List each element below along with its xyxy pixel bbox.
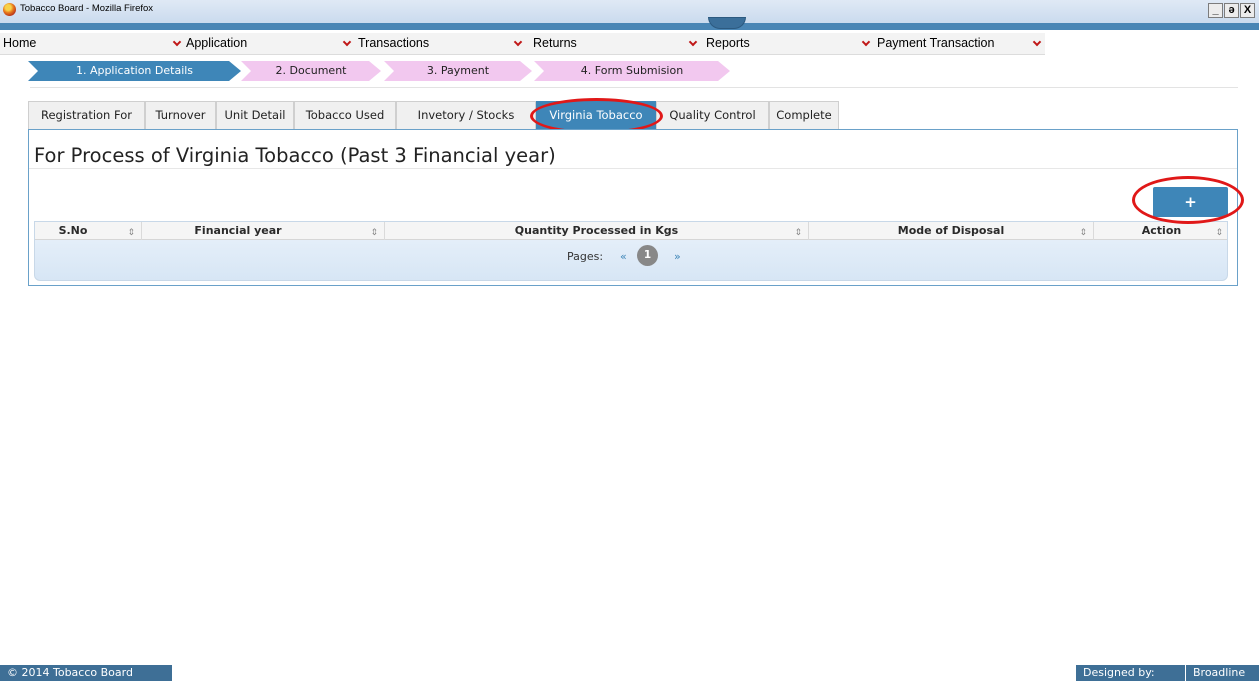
data-grid: S.No ⇕ Financial year ⇕ Quantity Process…: [34, 221, 1228, 281]
menu-home[interactable]: Home: [3, 36, 36, 50]
chevron-down-icon[interactable]: [173, 37, 182, 49]
pager-next[interactable]: »: [674, 250, 681, 263]
tab-registration-for[interactable]: Registration For: [28, 101, 145, 129]
step-document[interactable]: 2. Document: [241, 61, 381, 81]
footer-separator: [1185, 665, 1186, 681]
menu-application[interactable]: Application: [186, 36, 247, 50]
column-label: Financial year: [194, 224, 282, 237]
tab-inventory-stocks[interactable]: Invetory / Stocks: [396, 101, 536, 129]
sort-icon[interactable]: ⇕: [1215, 224, 1223, 242]
sort-icon[interactable]: ⇕: [370, 224, 378, 242]
tab-complete[interactable]: Complete: [769, 101, 839, 129]
column-label: Action: [1141, 224, 1182, 237]
tab-virginia-tobacco[interactable]: Virginia Tobacco: [536, 101, 656, 129]
chevron-down-icon[interactable]: [514, 37, 523, 49]
add-button[interactable]: +: [1153, 187, 1228, 217]
step-application-details[interactable]: 1. Application Details: [28, 61, 241, 81]
menu-payment-transaction[interactable]: Payment Transaction: [877, 36, 994, 50]
designed-by-value: Broadline: [1193, 666, 1246, 679]
pager: Pages: « 1 »: [35, 244, 1227, 268]
close-button[interactable]: X: [1240, 3, 1255, 18]
tab-unit-detail[interactable]: Unit Detail: [216, 101, 294, 129]
tab-tobacco-used[interactable]: Tobacco Used: [294, 101, 396, 129]
main-menu: Home Application Transactions Returns Re…: [0, 33, 1045, 55]
panel-divider: [29, 168, 1237, 169]
emblem-icon: [708, 17, 746, 29]
step-payment[interactable]: 3. Payment: [384, 61, 532, 81]
window-controls: _ ə X: [1208, 3, 1255, 18]
column-header-mode-of-disposal[interactable]: Mode of Disposal ⇕: [809, 222, 1094, 240]
menu-returns[interactable]: Returns: [533, 36, 577, 50]
window-titlebar: Tobacco Board - Mozilla Firefox _ ə X: [0, 0, 1259, 30]
header-stripe: [0, 23, 1259, 30]
sort-icon[interactable]: ⇕: [127, 224, 135, 242]
column-header-action[interactable]: Action ⇕: [1094, 222, 1229, 240]
column-header-financial-year[interactable]: Financial year ⇕: [142, 222, 385, 240]
page-title: For Process of Virginia Tobacco (Past 3 …: [34, 144, 556, 167]
menu-reports[interactable]: Reports: [706, 36, 750, 50]
step-form-submission[interactable]: 4. Form Submision: [534, 61, 730, 81]
column-label: Mode of Disposal: [897, 224, 1005, 237]
chevron-down-icon[interactable]: [343, 37, 352, 49]
column-label: Quantity Processed in Kgs: [514, 224, 679, 237]
column-label: S.No: [58, 224, 88, 237]
pager-label: Pages:: [567, 250, 604, 263]
chevron-down-icon[interactable]: [689, 37, 698, 49]
tab-quality-control[interactable]: Quality Control: [656, 101, 769, 129]
column-header-quantity[interactable]: Quantity Processed in Kgs ⇕: [385, 222, 809, 240]
footer-copyright: © 2014 Tobacco Board: [0, 665, 172, 681]
footer-credits: Designed by: Broadline: [1076, 665, 1259, 681]
designed-by-label: Designed by:: [1083, 666, 1155, 679]
tab-turnover[interactable]: Turnover: [145, 101, 216, 129]
grid-header: S.No ⇕ Financial year ⇕ Quantity Process…: [35, 222, 1227, 240]
minimize-button[interactable]: _: [1208, 3, 1223, 18]
sort-icon[interactable]: ⇕: [1079, 224, 1087, 242]
pager-prev[interactable]: «: [620, 250, 627, 263]
sort-icon[interactable]: ⇕: [794, 224, 802, 242]
virginia-tobacco-panel: For Process of Virginia Tobacco (Past 3 …: [28, 129, 1238, 286]
app-root: Tobacco Board - Mozilla Firefox _ ə X Ho…: [0, 0, 1259, 681]
restore-button[interactable]: ə: [1224, 3, 1239, 18]
footer: © 2014 Tobacco Board Designed by: Broadl…: [0, 665, 1259, 681]
chevron-down-icon[interactable]: [862, 37, 871, 49]
menu-transactions[interactable]: Transactions: [358, 36, 429, 50]
column-header-sno[interactable]: S.No ⇕: [35, 222, 142, 240]
window-title: Tobacco Board - Mozilla Firefox: [20, 3, 154, 14]
firefox-icon: [3, 3, 16, 16]
steps-divider: [30, 87, 1238, 88]
chevron-down-icon[interactable]: [1033, 37, 1042, 49]
pager-current-page[interactable]: 1: [637, 245, 658, 266]
